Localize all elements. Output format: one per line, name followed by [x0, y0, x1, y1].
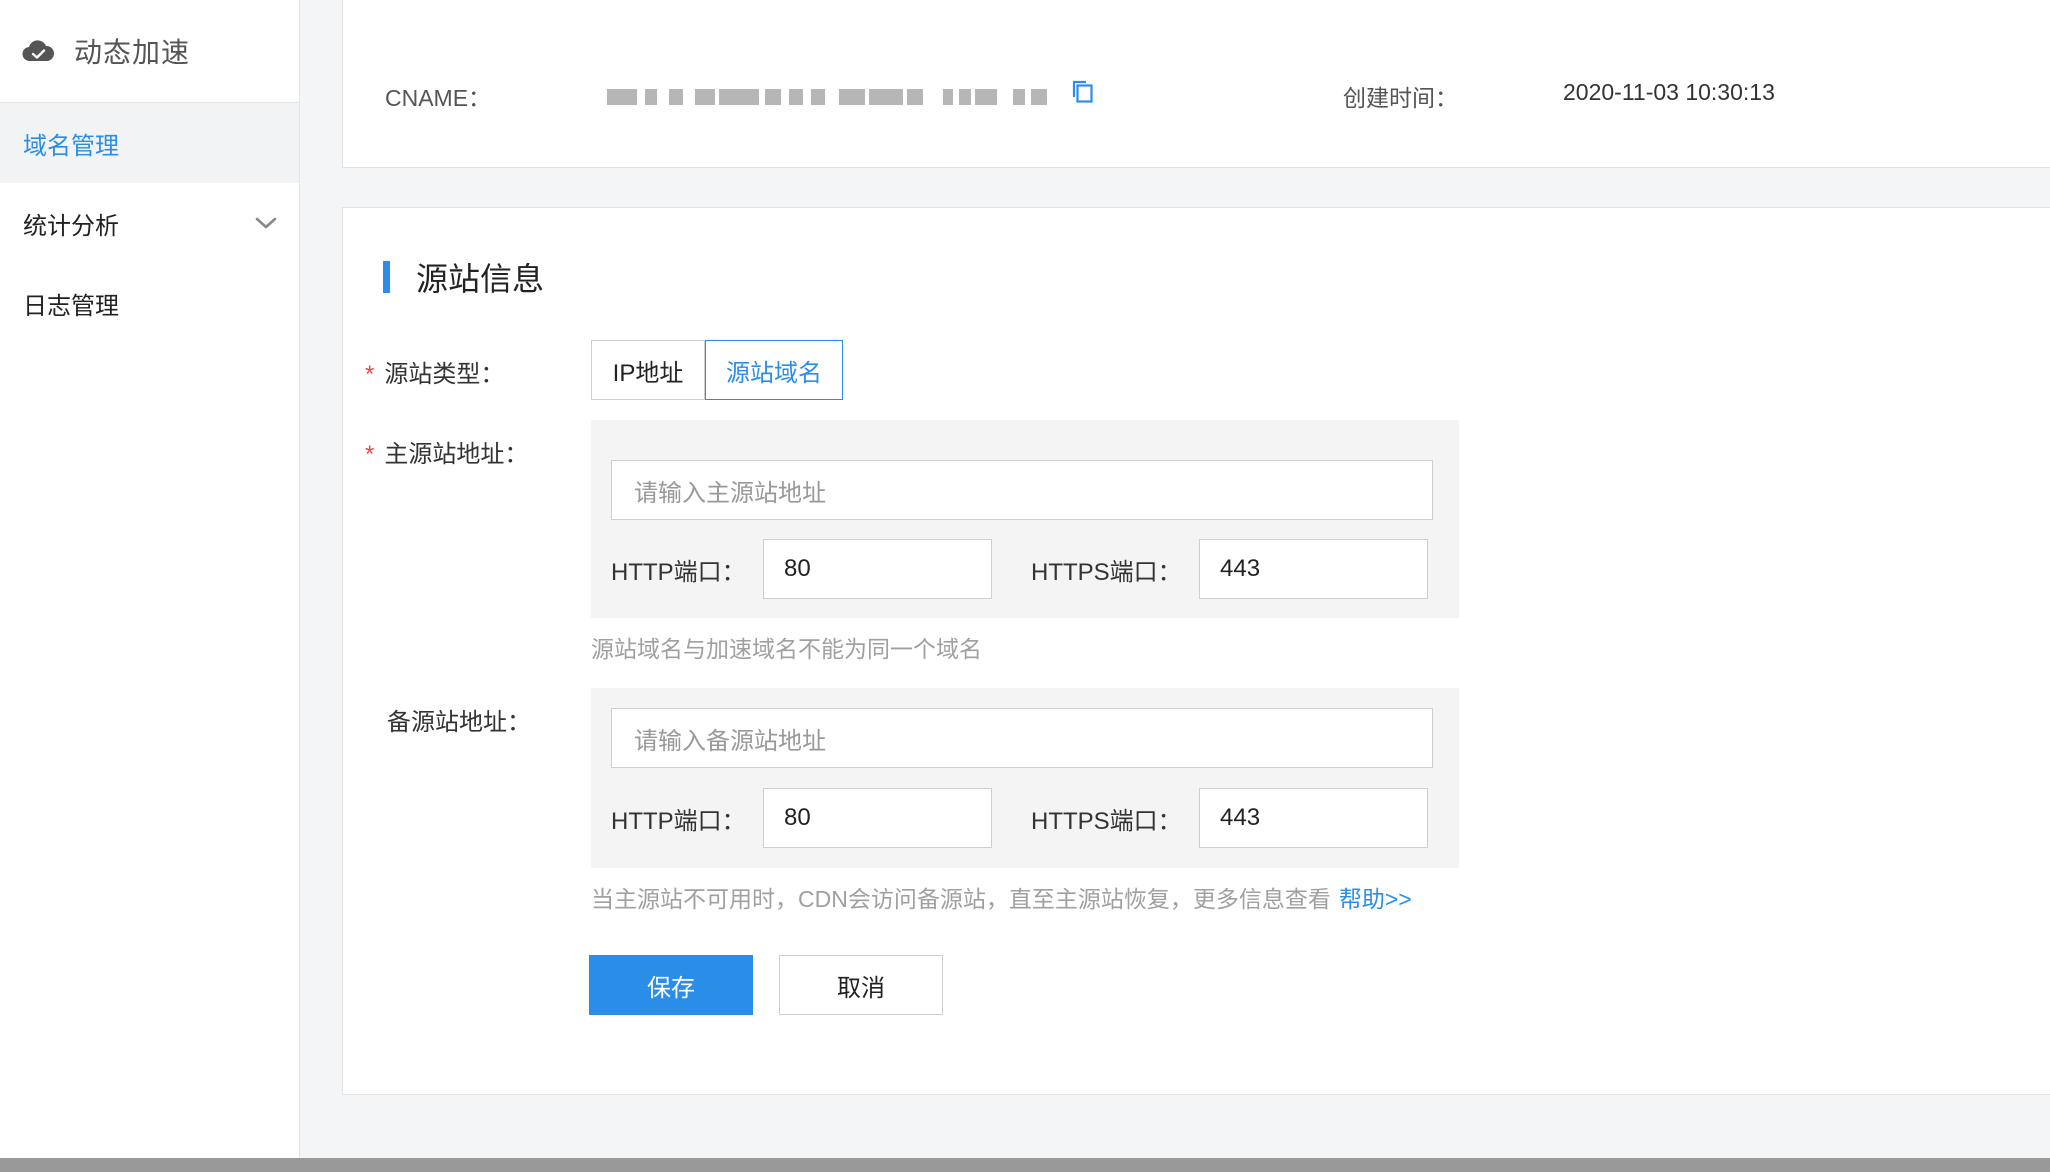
section-title-marker [383, 261, 390, 293]
sidebar-item-label: 域名管理 [23, 132, 119, 160]
chevron-down-icon [253, 210, 279, 236]
created-time-label: 创建时间： [1343, 85, 1458, 111]
backup-http-port-input[interactable]: 80 [763, 788, 992, 848]
sidebar-item-statistics[interactable]: 统计分析 [0, 183, 299, 263]
primary-https-port-label: HTTPS端口： [1031, 559, 1182, 586]
section-title: 源站信息 [383, 260, 544, 297]
primary-http-port-label: HTTP端口： [611, 559, 746, 586]
primary-origin-group: 请输入主源站地址 HTTP端口： 80 HTTPS端口： 443 [591, 420, 1459, 618]
sidebar-item-domain-management[interactable]: 域名管理 [0, 103, 299, 183]
domain-info-panel: CNAME： 创建时间： 2020-11-03 10:30:13 [342, 0, 2050, 168]
sidebar-item-logs[interactable]: 日志管理 [0, 263, 299, 343]
backup-origin-group: 请输入备源站地址 HTTP端口： 80 HTTPS端口： 443 [591, 688, 1459, 868]
cloud-icon [22, 34, 56, 68]
origin-type-domain-option[interactable]: 源站域名 [705, 340, 843, 400]
backup-https-port-input[interactable]: 443 [1199, 788, 1428, 848]
sidebar-title: 动态加速 [74, 37, 191, 68]
origin-info-panel: 源站信息 * 源站类型： IP地址 源站域名 * 主源站地址： 请输入主源站地址 H… [342, 207, 2050, 1095]
required-mark: * [365, 441, 375, 468]
required-mark: * [365, 361, 375, 388]
horizontal-scrollbar[interactable] [0, 1158, 2050, 1172]
backup-origin-hint: 当主源站不可用时，CDN会访问备源站，直至主源站恢复，更多信息查看 帮助>> [591, 880, 1412, 914]
origin-type-label: * 源站类型： [365, 361, 505, 388]
origin-type-selector: IP地址 源站域名 [591, 340, 843, 400]
copy-icon[interactable] [1071, 79, 1095, 110]
sidebar-item-label: 统计分析 [23, 212, 119, 240]
cname-value-redacted [607, 89, 1047, 105]
save-button[interactable]: 保存 [589, 955, 753, 1015]
sidebar-header: 动态加速 [0, 0, 299, 103]
app-root: 动态加速 域名管理 统计分析 日志管理 CNAME： 创建时间： 2020-11… [0, 0, 2050, 1172]
origin-type-ip-option[interactable]: IP地址 [591, 340, 705, 400]
primary-origin-hint: 源站域名与加速域名不能为同一个域名 [591, 636, 982, 662]
backup-http-port-label: HTTP端口： [611, 808, 746, 835]
sidebar: 动态加速 域名管理 统计分析 日志管理 [0, 0, 300, 1158]
primary-https-port-input[interactable]: 443 [1199, 539, 1428, 599]
cname-label: CNAME： [385, 85, 492, 111]
backup-https-port-label: HTTPS端口： [1031, 808, 1182, 835]
clipped-row [343, 0, 2050, 7]
backup-origin-input[interactable]: 请输入备源站地址 [611, 708, 1433, 768]
help-link[interactable]: 帮助>> [1339, 886, 1412, 912]
primary-origin-input[interactable]: 请输入主源站地址 [611, 460, 1433, 520]
created-time-value: 2020-11-03 10:30:13 [1563, 79, 1775, 105]
section-title-text: 源站信息 [416, 261, 545, 297]
primary-http-port-input[interactable]: 80 [763, 539, 992, 599]
sidebar-item-label: 日志管理 [23, 292, 119, 320]
backup-origin-label: 备源站地址： [387, 709, 531, 736]
cancel-button[interactable]: 取消 [779, 955, 943, 1015]
backup-origin-hint-text: 当主源站不可用时，CDN会访问备源站，直至主源站恢复，更多信息查看 [591, 886, 1331, 912]
primary-origin-label: * 主源站地址： [365, 441, 529, 468]
